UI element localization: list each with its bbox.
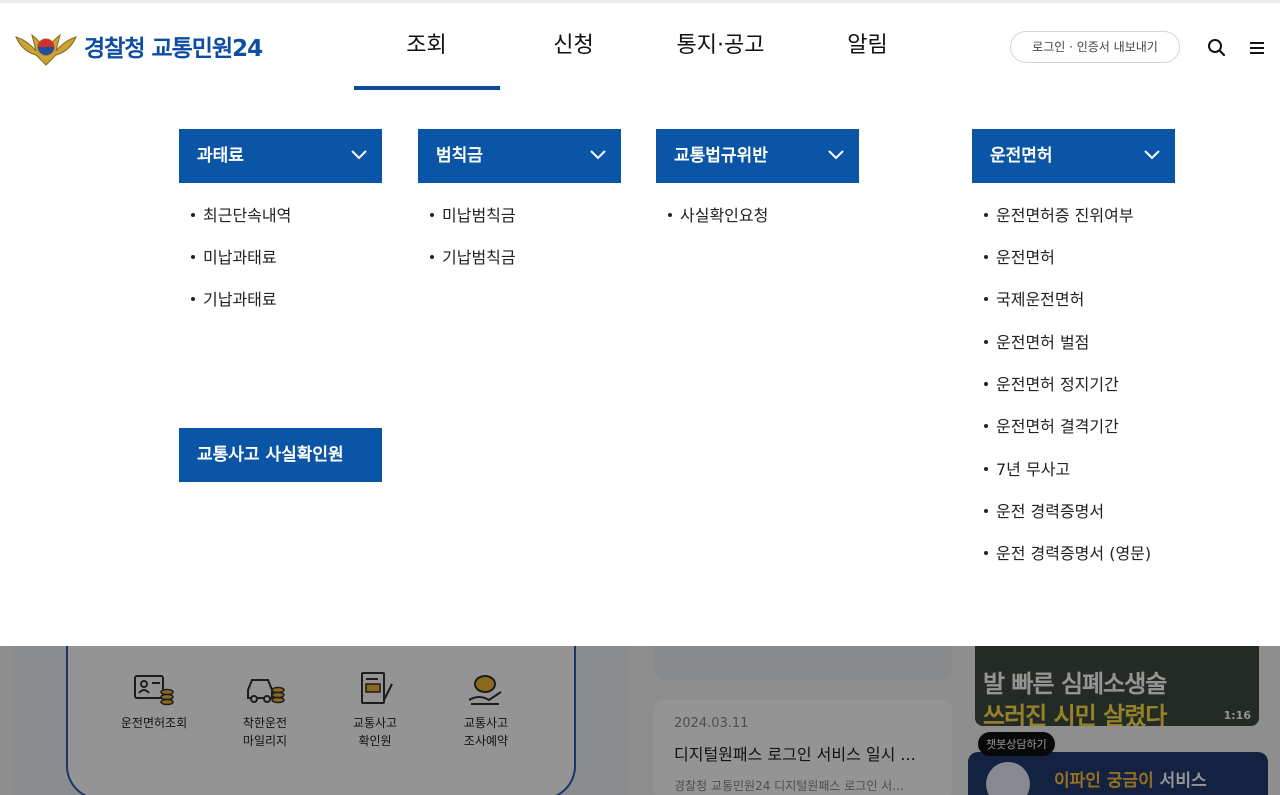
chevron-down-icon — [351, 150, 367, 160]
menu-head-violation[interactable]: 교통법규위반 — [656, 129, 859, 183]
menu-item-license-suspension[interactable]: 운전면허 정지기간 — [984, 371, 1119, 395]
menu-item-paid-fine[interactable]: 기납과태료 — [191, 286, 277, 310]
menu-item-label: 운전면허 벌점 — [996, 333, 1090, 352]
bullet-icon — [191, 212, 195, 217]
menu-head-label: 운전면허 — [990, 146, 1053, 166]
menu-item-license-disqualification[interactable]: 운전면허 결격기간 — [984, 413, 1119, 437]
hamburger-menu-icon[interactable] — [1246, 37, 1268, 59]
bullet-icon — [191, 254, 195, 259]
menu-item-label: 운전면허증 진위여부 — [996, 206, 1134, 225]
bullet-icon — [668, 212, 672, 217]
menu-item-license[interactable]: 운전면허 — [984, 244, 1055, 268]
menu-item-label: 국제운전면허 — [996, 290, 1085, 309]
menu-item-international-license[interactable]: 국제운전면허 — [984, 286, 1084, 310]
menu-head-license[interactable]: 운전면허 — [972, 129, 1175, 183]
menu-item-fact-check[interactable]: 사실확인요청 — [668, 202, 768, 226]
bullet-icon — [984, 550, 988, 555]
menu-item-label: 사실확인요청 — [680, 206, 769, 225]
bullet-icon — [191, 296, 195, 301]
menu-head-fine[interactable]: 과태료 — [179, 129, 382, 183]
menu-item-label: 7년 무사고 — [996, 460, 1071, 479]
menu-item-recent-enforcement[interactable]: 최근단속내역 — [191, 202, 291, 226]
bullet-icon — [984, 254, 988, 259]
bullet-icon — [984, 339, 988, 344]
menu-head-label: 과태료 — [197, 146, 244, 166]
menu-item-label: 미납범칙금 — [442, 206, 516, 225]
menu-item-label: 미납과태료 — [203, 248, 277, 267]
mega-menu: 과태료 최근단속내역 미납과태료 기납과태료 교통사고 사실확인원 범칙금 미납… — [0, 90, 1280, 646]
menu-item-label: 기납과태료 — [203, 290, 277, 309]
bullet-icon — [430, 212, 434, 217]
dim-overlay — [0, 646, 1280, 795]
menu-item-unpaid-penalty[interactable]: 미납범칙금 — [430, 202, 516, 226]
menu-item-unpaid-fine[interactable]: 미납과태료 — [191, 244, 277, 268]
menu-head-penalty[interactable]: 범칙금 — [418, 129, 621, 183]
search-icon[interactable] — [1206, 37, 1228, 59]
menu-item-driving-record-en[interactable]: 운전 경력증명서 (영문) — [984, 540, 1151, 564]
bullet-icon — [984, 466, 988, 471]
menu-item-driving-record[interactable]: 운전 경력증명서 — [984, 498, 1104, 522]
nav-apply[interactable]: 신청 — [500, 3, 647, 90]
chevron-down-icon — [828, 150, 844, 160]
menu-item-label: 운전면허 — [996, 248, 1055, 267]
nav-notice[interactable]: 통지·공고 — [647, 3, 794, 90]
bullet-icon — [984, 212, 988, 217]
bullet-icon — [984, 296, 988, 301]
bullet-icon — [984, 423, 988, 428]
site-name: 경찰청 교통민원24 — [84, 36, 263, 62]
menu-head-label: 교통법규위반 — [674, 146, 768, 166]
site-logo[interactable]: 경찰청 교통민원24 — [14, 25, 263, 67]
menu-item-license-authenticity[interactable]: 운전면허증 진위여부 — [984, 202, 1134, 226]
police-emblem-icon — [15, 33, 77, 66]
menu-item-label: 운전 경력증명서 (영문) — [996, 544, 1152, 563]
menu-head-label: 범칙금 — [436, 146, 483, 166]
bullet-icon — [984, 508, 988, 513]
menu-item-label: 운전면허 결격기간 — [996, 417, 1119, 436]
menu-item-label: 운전면허 정지기간 — [996, 375, 1119, 394]
header: 경찰청 교통민원24 조회 신청 통지·공고 알림 로그인 · 인증서 내보내기 — [0, 3, 1280, 90]
menu-item-label: 기납범칙금 — [442, 248, 516, 267]
chevron-down-icon — [1144, 150, 1160, 160]
chevron-down-icon — [590, 150, 606, 160]
menu-item-label: 운전 경력증명서 — [996, 502, 1105, 521]
accident-certificate-button[interactable]: 교통사고 사실확인원 — [179, 428, 382, 482]
nav-alert[interactable]: 알림 — [794, 3, 941, 90]
main-nav: 조회 신청 통지·공고 알림 — [353, 3, 941, 90]
menu-item-seven-year-safe[interactable]: 7년 무사고 — [984, 456, 1070, 480]
bullet-icon — [430, 254, 434, 259]
nav-inquiry[interactable]: 조회 — [353, 3, 500, 90]
menu-item-license-points[interactable]: 운전면허 벌점 — [984, 329, 1089, 353]
login-button[interactable]: 로그인 · 인증서 내보내기 — [1010, 31, 1180, 63]
menu-item-label: 최근단속내역 — [203, 206, 292, 225]
menu-item-paid-penalty[interactable]: 기납범칙금 — [430, 244, 516, 268]
bullet-icon — [984, 381, 988, 386]
